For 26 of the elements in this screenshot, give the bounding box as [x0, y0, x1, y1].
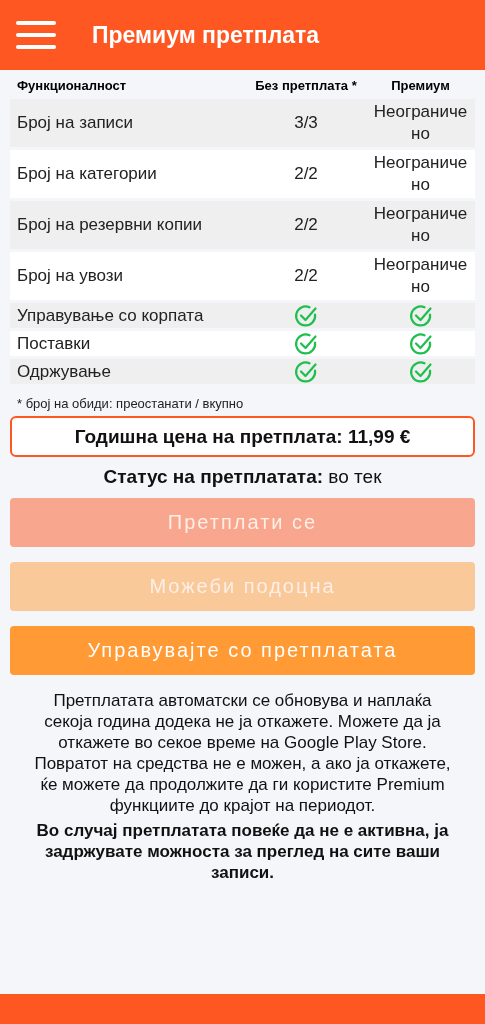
feature-name: Број на увози [17, 266, 124, 285]
status-text: Статус на претплатата: во тек [102, 466, 383, 488]
feature-name: Поставки [17, 333, 91, 353]
info-paragraph: Претплатата автоматски се обновува и наплаќа секоја година додека не ја откажете. Можете да ја откажете во секое време на Google Play Store. Повратот на средства не е можен, а ако ја откажете, ќе можете да продолжите да ги користите Premium функциите до крајот на периодот. [33, 690, 452, 816]
footnote: * број на обиди: преостанати / вкупно [17, 396, 245, 411]
action-button[interactable]: Управувајте со претплатата [10, 626, 475, 675]
screen-title: Премиум претплата [92, 21, 320, 49]
table-cell: 2/2 [294, 215, 318, 235]
note-paragraph: Во случај претплатата повеќе да не е активна, ја задржувате можноста за преглед на сите ваши записи. [35, 820, 450, 883]
column-header: Без претплата * [254, 78, 358, 93]
table-cell-text: Неограничено [372, 152, 469, 196]
column-header: Функционалност [16, 78, 128, 93]
table-cell: 2/2 [294, 164, 318, 184]
feature-name: Број на резервни копии [17, 215, 203, 234]
column-header: Премиум [390, 78, 451, 93]
table-cell-text: Неограничено [372, 254, 469, 298]
table-cell-text: Неограничено [372, 203, 469, 247]
price-label: Годишна цена на претплата: 11,99 € [10, 416, 475, 457]
feature-name: Управување со корпата [17, 305, 204, 325]
feature-name: Број на категории [17, 164, 157, 183]
table-cell-text: Неограничено [372, 101, 469, 145]
menu-icon[interactable] [16, 21, 56, 49]
feature-name: Број на записи [17, 113, 134, 132]
table-cell: 2/2 [294, 266, 318, 286]
feature-name: Одржување [17, 361, 111, 381]
table-cell: 3/3 [294, 113, 318, 133]
